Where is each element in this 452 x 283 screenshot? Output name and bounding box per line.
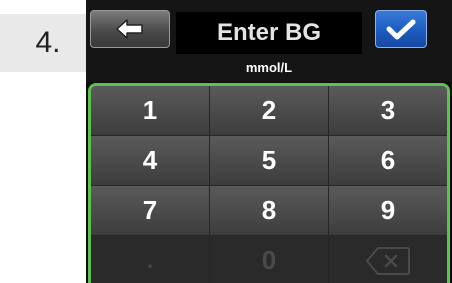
screen-header: Enter BG mmol/L — [86, 0, 452, 82]
key-1[interactable]: 1 — [91, 86, 210, 136]
key-2[interactable]: 2 — [210, 86, 329, 136]
keypad-row-1: 1 2 3 — [91, 86, 447, 136]
checkmark-icon — [386, 19, 416, 40]
unit-label: mmol/L — [245, 60, 293, 75]
page-title: Enter BG — [216, 19, 321, 46]
key-6[interactable]: 6 — [329, 136, 447, 186]
backspace-button[interactable] — [329, 236, 447, 283]
numeric-keypad: 1 2 3 4 5 6 7 8 9 . 0 — [88, 83, 450, 283]
backspace-icon — [366, 246, 410, 275]
arrow-left-icon — [116, 19, 143, 39]
decimal-label: . — [146, 247, 154, 273]
step-label: 4. — [35, 26, 61, 59]
key-3[interactable]: 3 — [329, 86, 447, 136]
step-number: 4. — [0, 14, 86, 72]
keypad-row-2: 4 5 6 — [91, 136, 447, 186]
pump-screen: Enter BG mmol/L 1 2 3 4 5 6 7 8 9 . 0 — [86, 0, 452, 283]
back-button[interactable] — [90, 10, 170, 48]
key-0[interactable]: 0 — [210, 236, 329, 283]
keypad-row-4: . 0 — [91, 236, 447, 283]
key-8[interactable]: 8 — [210, 186, 329, 236]
key-decimal[interactable]: . — [91, 236, 210, 283]
key-4[interactable]: 4 — [91, 136, 210, 186]
confirm-button[interactable] — [375, 10, 427, 48]
title-display: Enter BG — [176, 12, 362, 54]
keypad-row-3: 7 8 9 — [91, 186, 447, 236]
key-7[interactable]: 7 — [91, 186, 210, 236]
key-9[interactable]: 9 — [329, 186, 447, 236]
key-5[interactable]: 5 — [210, 136, 329, 186]
